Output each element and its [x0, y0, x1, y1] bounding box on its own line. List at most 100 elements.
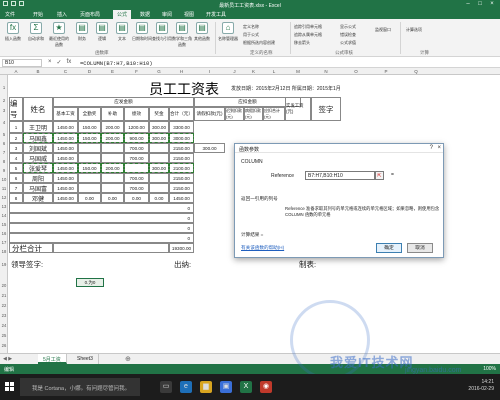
col-header-m[interactable]: M — [285, 69, 311, 74]
row-allowance[interactable] — [101, 183, 124, 193]
reference-input[interactable]: B7:H7,B10:H10 — [305, 171, 375, 180]
row-header-6[interactable]: 6 — [0, 141, 8, 146]
col-header-j[interactable]: J — [225, 69, 244, 74]
tab-view[interactable]: 视图 — [184, 11, 194, 18]
row-award[interactable]: 300.00 — [149, 163, 169, 173]
tab-review[interactable]: 审阅 — [162, 11, 172, 18]
collapse-dialog-icon[interactable]: ⇱ — [375, 171, 384, 180]
header-award[interactable]: 奖金 — [149, 107, 169, 121]
subtotal-spacer[interactable] — [53, 243, 169, 253]
row-employee-name[interactable]: 刘国斌 — [23, 143, 53, 153]
maximize-icon[interactable]: □ — [474, 0, 486, 9]
use-in-formula-button[interactable]: 用于公式 — [243, 32, 259, 38]
row-total[interactable]: 2150.00 — [169, 143, 194, 153]
create-from-selection-button[interactable]: 根据所选内容创建 — [243, 40, 275, 46]
row-number[interactable]: 2 — [9, 133, 23, 143]
row-performance[interactable]: 700.00 — [124, 153, 149, 163]
row-base-pay[interactable]: 1450.00 — [53, 153, 78, 163]
row-employee-name[interactable]: 马国威 — [23, 153, 53, 163]
date-time-button[interactable]: ▤ 日期和时间 — [132, 22, 152, 42]
row-header-1[interactable]: 1 — [0, 85, 8, 90]
row-total[interactable]: 2100.00 — [169, 163, 194, 173]
row-allowance[interactable]: 200.00 — [101, 163, 124, 173]
row-employee-name[interactable]: 马国富 — [23, 183, 53, 193]
row-header-15[interactable]: 15 — [0, 222, 8, 227]
header-earnings-total[interactable]: 合计（元） — [169, 107, 194, 121]
add-sheet-icon[interactable]: ⊕ — [125, 355, 131, 363]
minimize-icon[interactable]: – — [462, 0, 474, 9]
row-number[interactable]: 4 — [9, 153, 23, 163]
row-header-5[interactable]: 5 — [0, 132, 8, 137]
row-award[interactable] — [149, 153, 169, 163]
header-deductions-total[interactable]: 应扣合计(元) — [263, 107, 285, 121]
row-base-pay[interactable]: 1450.00 — [53, 183, 78, 193]
row-number[interactable]: 8 — [9, 193, 23, 203]
enter-icon[interactable]: ✓ — [57, 59, 62, 66]
sign-cashier[interactable]: 出纳: — [174, 259, 191, 270]
row-bonus[interactable]: 0.00 — [78, 193, 101, 203]
row-bonus[interactable]: 150.00 — [78, 121, 101, 133]
empty-row-total[interactable]: 0 — [9, 223, 194, 233]
row-header-23[interactable]: 23 — [0, 313, 8, 318]
row-award[interactable] — [149, 183, 169, 193]
row-header-21[interactable]: 21 — [0, 293, 8, 298]
row-header-20[interactable]: 20 — [0, 283, 8, 288]
financial-button[interactable]: ▤ 财务 — [72, 22, 92, 42]
calc-options-button[interactable]: 计算选项 — [406, 27, 422, 33]
row-header-17[interactable]: 17 — [0, 240, 8, 245]
row-number[interactable]: 7 — [9, 183, 23, 193]
redo-icon[interactable] — [19, 1, 24, 6]
tab-page-layout[interactable]: 页面布局 — [80, 11, 100, 18]
row-bonus[interactable] — [78, 183, 101, 193]
row-allowance[interactable] — [101, 143, 124, 153]
row-total[interactable]: 2150.00 — [169, 173, 194, 183]
row-total[interactable]: 3300.00 — [169, 121, 194, 133]
file-explorer-icon[interactable]: ▆ — [200, 381, 212, 393]
row-header-12[interactable]: 12 — [0, 195, 8, 200]
remove-arrows-button[interactable]: 移去箭头 — [294, 40, 310, 46]
row-bonus[interactable] — [78, 143, 101, 153]
tab-insert[interactable]: 插入 — [57, 11, 67, 18]
selected-cell[interactable]: 0.为0 — [76, 278, 104, 287]
cortana-search-box[interactable]: 我是 Cortana，小娜。有问题尽管问我。 — [20, 378, 140, 396]
row-header-13[interactable]: 13 — [0, 204, 8, 209]
row-header-11[interactable]: 11 — [0, 186, 8, 191]
header-earnings-group[interactable]: 应发金额 — [53, 97, 194, 107]
row-header-4[interactable]: 4 — [0, 120, 8, 125]
tab-file[interactable]: 文件 — [5, 11, 15, 18]
zoom-level[interactable]: 100% — [483, 366, 496, 372]
row-bonus[interactable]: 150.00 — [78, 133, 101, 143]
insert-function-button[interactable]: fx 插入函数 — [3, 22, 23, 42]
sheet-nav-arrows[interactable]: ◀ ▶ — [3, 356, 12, 362]
save-icon[interactable] — [3, 1, 8, 6]
col-header-e[interactable]: E — [101, 69, 124, 74]
row-performance[interactable]: 700.00 — [124, 143, 149, 153]
row-allowance[interactable] — [101, 153, 124, 163]
cancel-button[interactable]: 取消 — [407, 243, 433, 253]
col-header-n[interactable]: N — [311, 69, 341, 74]
col-header-q[interactable]: Q — [401, 69, 431, 74]
row-header-14[interactable]: 14 — [0, 213, 8, 218]
empty-row-total[interactable]: 0 — [9, 233, 194, 243]
col-header-h[interactable]: H — [169, 69, 194, 74]
header-performance[interactable]: 绩效 — [124, 107, 149, 121]
tab-formulas[interactable]: 公式 — [113, 10, 132, 19]
row-header-2[interactable]: 2 — [0, 98, 8, 103]
row-performance[interactable]: 900.00 — [124, 133, 149, 143]
header-number[interactable]: 编号 — [9, 97, 23, 121]
tab-data[interactable]: 数据 — [140, 11, 150, 18]
row-award[interactable]: 0.00 — [149, 193, 169, 203]
col-header-c[interactable]: C — [53, 69, 78, 74]
sign-leader[interactable]: 领导签字: — [11, 259, 43, 270]
name-manager-button[interactable]: ⌂ 名称管理器 — [218, 22, 238, 42]
col-header-g[interactable]: G — [149, 69, 169, 74]
header-base-pay[interactable]: 基本工资 — [53, 107, 78, 121]
more-functions-button[interactable]: ▤ 其他函数 — [192, 22, 212, 42]
row-performance[interactable]: 700.00 — [124, 183, 149, 193]
row-employee-name[interactable]: 周阳 — [23, 173, 53, 183]
fx-icon[interactable]: fx — [67, 59, 72, 66]
row-header-25[interactable]: 25 — [0, 333, 8, 338]
row-header-26[interactable]: 26 — [0, 343, 8, 348]
row-header-3[interactable]: 3 — [0, 108, 8, 113]
row-number[interactable]: 5 — [9, 163, 23, 173]
